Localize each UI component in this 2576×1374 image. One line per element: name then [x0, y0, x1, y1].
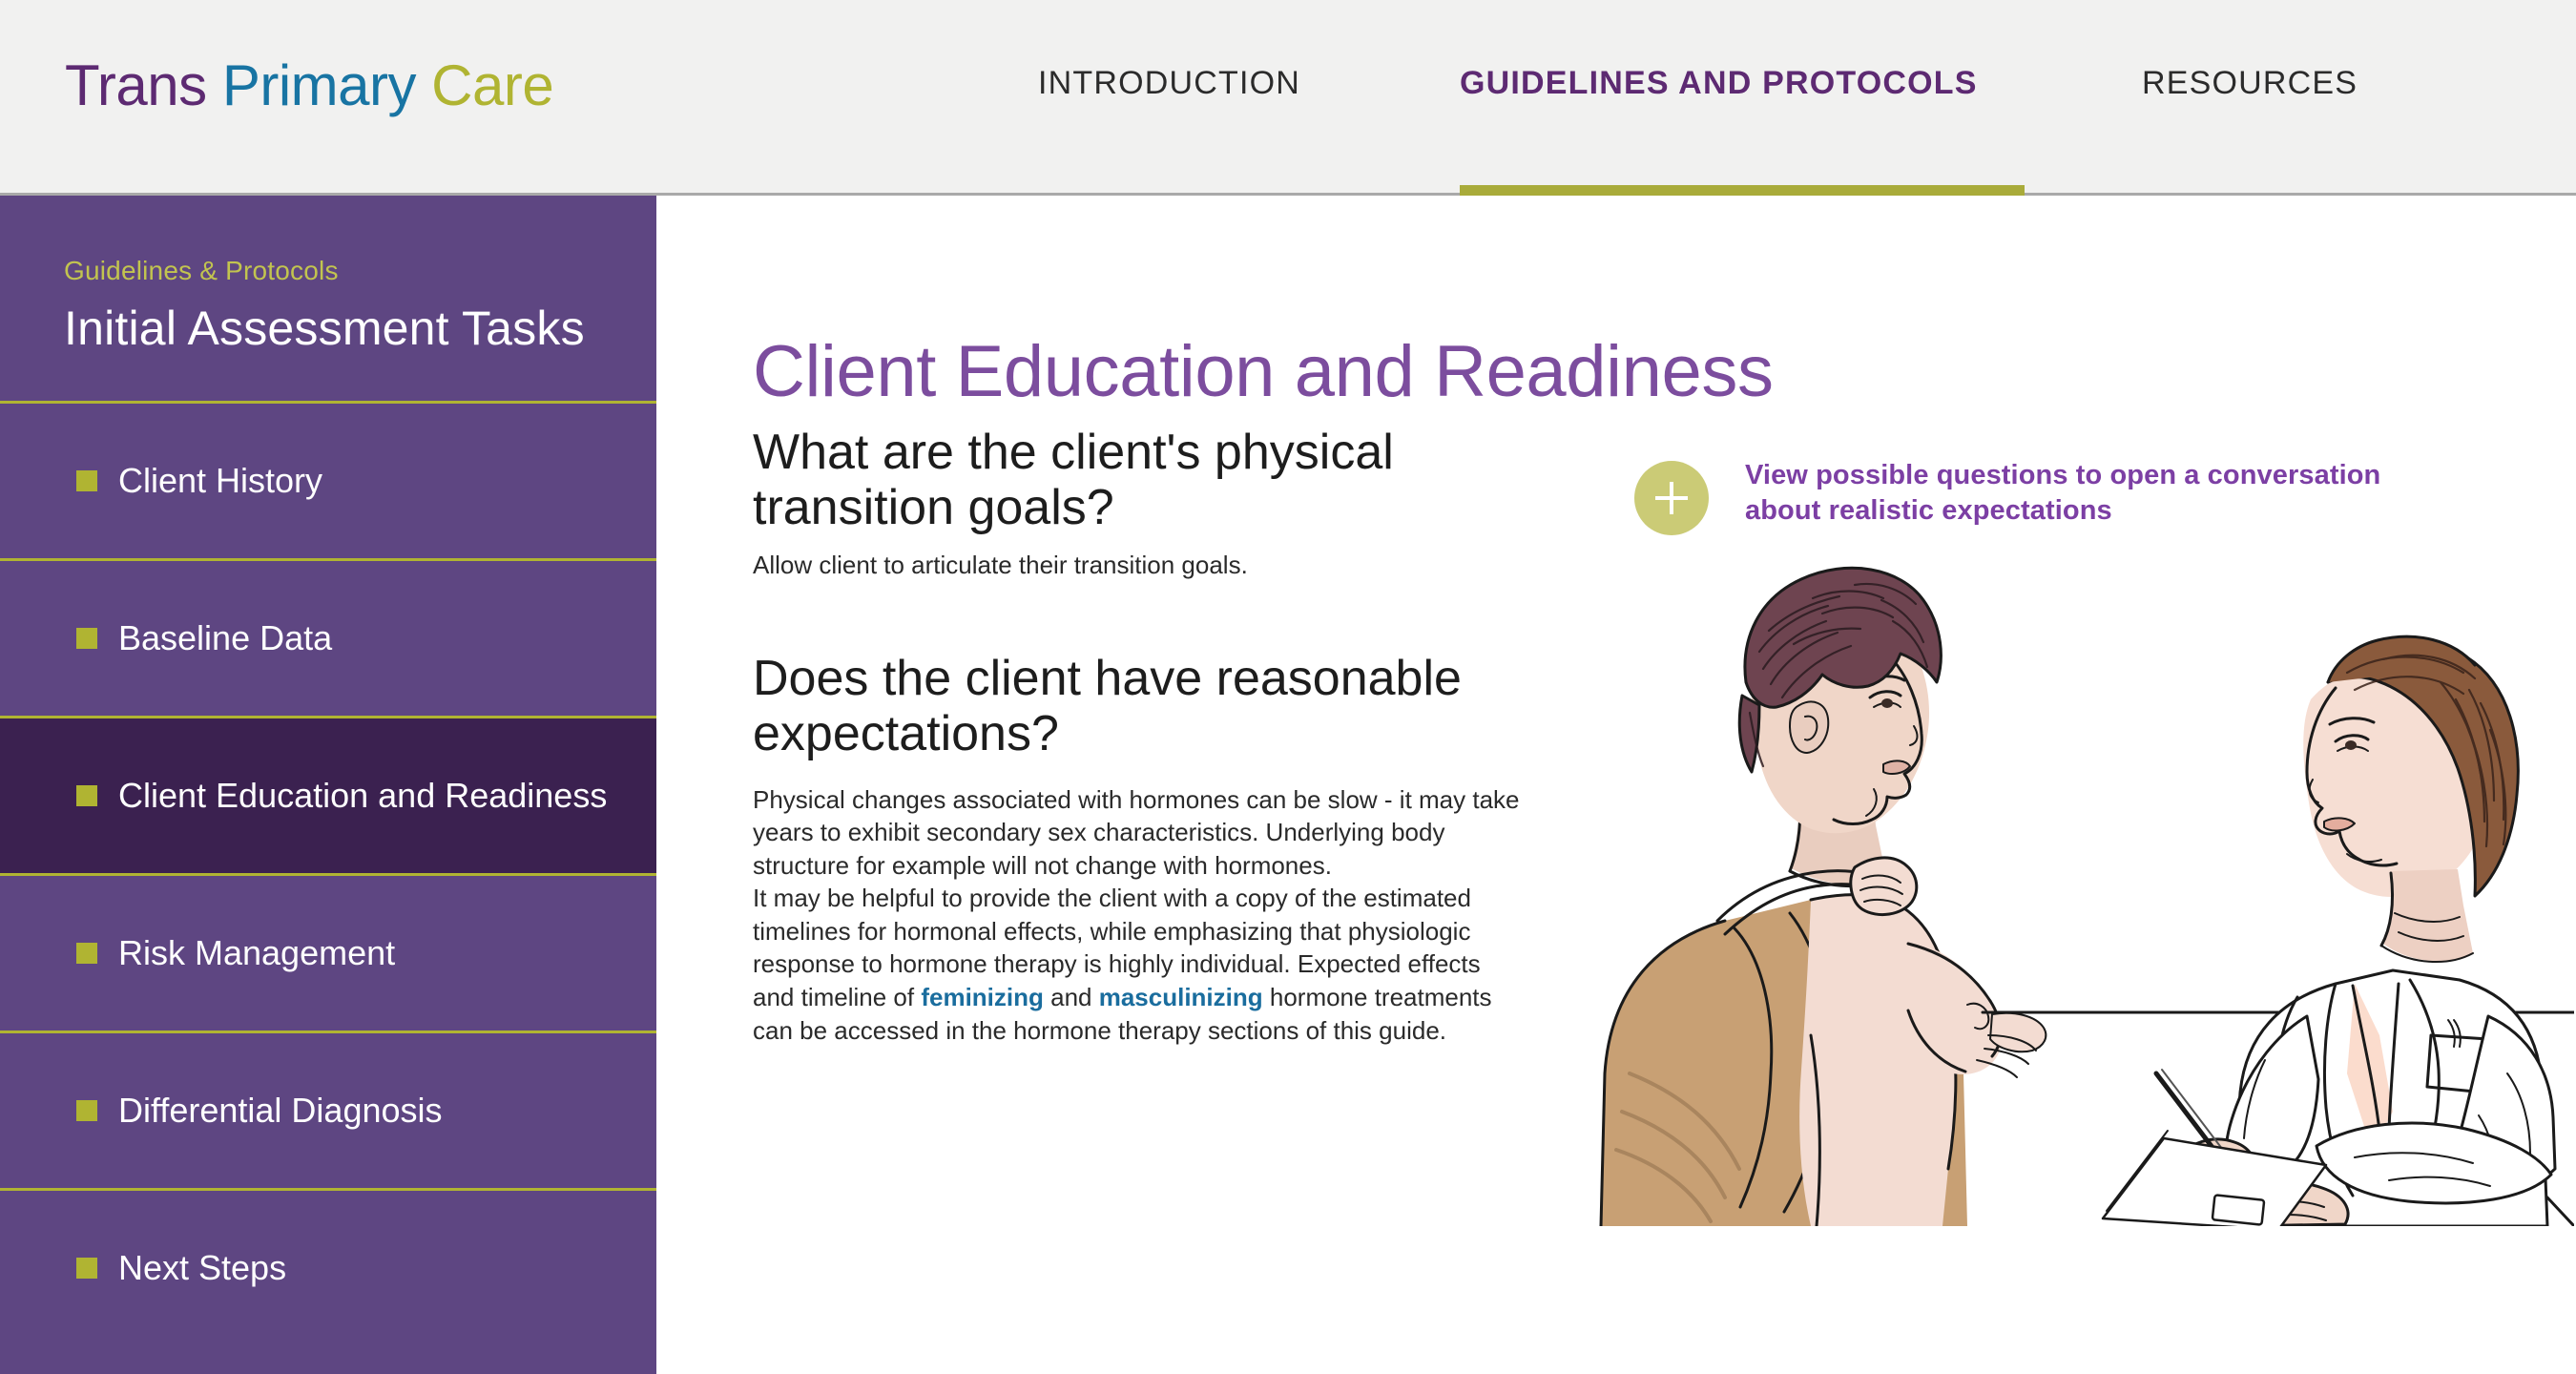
callout-label: View possible questions to open a conver…: [1745, 460, 2381, 527]
consultation-illustration: [1572, 539, 2574, 1226]
page-root: Trans Primary Care INTRODUCTION GUIDELIN…: [0, 0, 2576, 1374]
sidebar: Guidelines & Protocols Initial Assessmen…: [0, 196, 656, 1374]
section-body-expectations-part1: Physical changes associated with hormone…: [753, 784, 1520, 880]
section-heading-transition-goals: What are the client's physical transitio…: [753, 425, 1394, 536]
sidebar-item-label: Baseline Data: [118, 618, 333, 657]
sidebar-breadcrumb: Guidelines & Protocols: [64, 256, 339, 285]
section-body-expectations-part2: It may be helpful to provide the client …: [753, 882, 1526, 1047]
plus-icon-vertical-bar: [1670, 482, 1673, 514]
main-content: Client Education and Readiness What are …: [656, 196, 2576, 1374]
square-bullet-icon: [76, 785, 97, 806]
plus-icon[interactable]: [1634, 461, 1709, 535]
consultation-illustration-svg: [1599, 566, 2574, 1226]
sidebar-item-client-education-and-readiness[interactable]: Client Education and Readiness: [0, 716, 656, 873]
expandable-questions-callout[interactable]: View possible questions to open a conver…: [1634, 458, 2398, 535]
sidebar-item-risk-management[interactable]: Risk Management: [0, 873, 656, 1030]
square-bullet-icon: [76, 628, 97, 649]
section-heading-reasonable-expectations: Does the client have reasonable expectat…: [753, 651, 1462, 762]
sidebar-item-differential-diagnosis[interactable]: Differential Diagnosis: [0, 1030, 656, 1188]
sidebar-item-label: Client Education and Readiness: [118, 776, 608, 815]
sidebar-item-client-history[interactable]: Client History: [0, 401, 656, 558]
content-column: What are the client's physical transitio…: [753, 425, 1526, 1047]
nav-active-indicator: [1460, 185, 2025, 196]
sidebar-nav: Client History Baseline Data Client Educ…: [0, 401, 656, 1345]
sidebar-item-label: Client History: [118, 461, 323, 500]
square-bullet-icon: [76, 1258, 97, 1279]
link-masculinizing[interactable]: masculinizing: [1099, 983, 1263, 1011]
nav-item-introduction[interactable]: INTRODUCTION: [1038, 65, 1300, 102]
sidebar-item-label: Differential Diagnosis: [118, 1091, 443, 1130]
site-header: Trans Primary Care INTRODUCTION GUIDELIN…: [0, 0, 2576, 196]
square-bullet-icon: [76, 470, 97, 491]
logo-word-care: Care: [431, 53, 554, 117]
body-text-conjunction: and: [1043, 982, 1099, 1011]
square-bullet-icon: [76, 943, 97, 964]
sidebar-section-title: Initial Assessment Tasks: [64, 302, 585, 355]
primary-nav: INTRODUCTION GUIDELINES AND PROTOCOLS RE…: [954, 0, 2481, 196]
nav-item-guidelines-and-protocols[interactable]: GUIDELINES AND PROTOCOLS: [1460, 65, 1978, 102]
square-bullet-icon: [76, 1100, 97, 1121]
page-title: Client Education and Readiness: [753, 330, 1774, 412]
sidebar-item-baseline-data[interactable]: Baseline Data: [0, 558, 656, 716]
nav-item-resources[interactable]: RESOURCES: [2142, 65, 2358, 102]
link-feminizing[interactable]: feminizing: [921, 983, 1044, 1011]
sidebar-item-label: Risk Management: [118, 933, 396, 972]
section-body-transition-goals: Allow client to articulate their transit…: [753, 551, 1248, 580]
sidebar-item-label: Next Steps: [118, 1248, 287, 1287]
sidebar-item-next-steps[interactable]: Next Steps: [0, 1188, 656, 1345]
logo-word-primary: Primary: [221, 53, 417, 117]
site-logo[interactable]: Trans Primary Care: [65, 52, 554, 118]
logo-word-trans: Trans: [65, 53, 207, 117]
